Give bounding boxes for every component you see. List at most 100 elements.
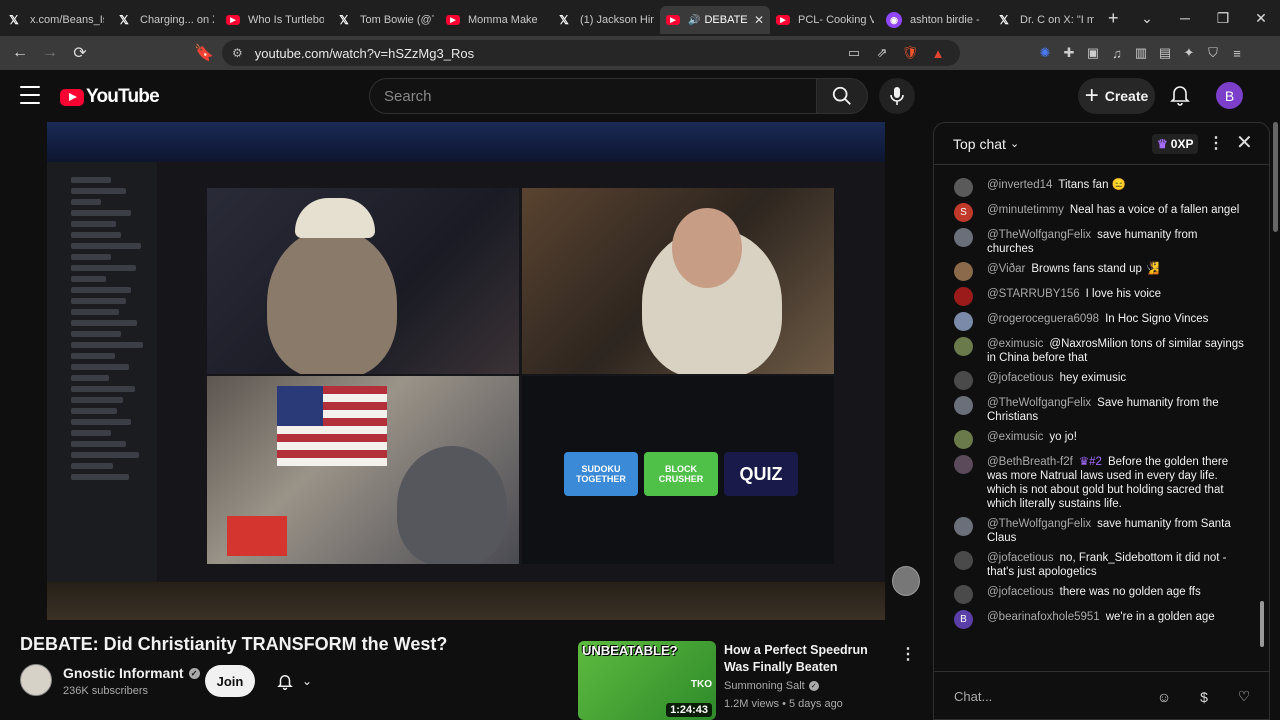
brave-rewards-icon[interactable]: ▲	[929, 44, 947, 62]
chat-author-avatar[interactable]: B	[954, 610, 973, 629]
chat-message[interactable]: @Viðar Browns fans stand up 🧏	[934, 259, 1264, 284]
forward-arrow-icon[interactable]: →	[38, 41, 62, 65]
chat-message[interactable]: @jofacetious there was no golden age ffs	[934, 582, 1264, 607]
back-arrow-icon[interactable]: ←	[8, 41, 32, 65]
channel-avatar[interactable]	[20, 664, 52, 696]
chat-author-avatar[interactable]: S	[954, 203, 973, 222]
audio-playing-icon[interactable]: 🔊	[688, 15, 700, 26]
chat-author-name[interactable]: @rogeroceguera6098	[987, 313, 1099, 325]
chat-author-avatar[interactable]	[954, 455, 973, 474]
vpn-icon[interactable]: ✺	[1036, 44, 1054, 62]
chat-author-name[interactable]: @TheWolfgangFelix	[987, 229, 1091, 241]
chat-input[interactable]: Chat...	[954, 689, 1134, 704]
chevron-down-icon[interactable]: ⌄	[1128, 0, 1166, 36]
close-icon[interactable]: ✕	[1236, 130, 1253, 155]
recommended-video-thumbnail[interactable]: UNBEATABLE? TKO 1:24:43	[578, 641, 716, 720]
wallet-icon[interactable]: ▤	[1156, 44, 1174, 62]
chat-author-avatar[interactable]	[954, 396, 973, 415]
chat-message[interactable]: @eximusic @NaxrosMilion tons of similar s…	[934, 334, 1264, 368]
heart-icon[interactable]: ♡	[1234, 687, 1254, 707]
browser-tab[interactable]: 𝕏 Charging... on X	[110, 6, 220, 34]
leo-ai-icon[interactable]: ✦	[1180, 44, 1198, 62]
new-tab-icon[interactable]: +	[1108, 8, 1119, 29]
chat-author-name[interactable]: @Viðar	[987, 263, 1025, 275]
account-avatar[interactable]: B	[1216, 82, 1243, 109]
browser-tab[interactable]: 𝕏 (1) Jackson Hin	[550, 6, 660, 34]
chat-author-avatar[interactable]	[954, 287, 973, 306]
cast-icon[interactable]: ▭	[845, 44, 863, 62]
chat-author-avatar[interactable]	[954, 517, 973, 536]
browser-tab[interactable]: ▶ Momma Make	[440, 6, 550, 34]
recommended-video-channel[interactable]: Summoning Salt ✓	[724, 680, 819, 692]
hamburger-menu-icon[interactable]	[20, 86, 40, 104]
chat-message[interactable]: @rogeroceguera6098 In Hoc Signo Vinces	[934, 309, 1264, 334]
recommended-video-title[interactable]: How a Perfect Speedrun Was Finally Beate…	[724, 642, 894, 676]
chat-author-name[interactable]: @BethBreath-f2f	[987, 456, 1073, 468]
browser-tab[interactable]: ◉ ashton birdie -	[880, 6, 990, 34]
media-icon[interactable]: ♫	[1108, 44, 1126, 62]
brave-shield-icon[interactable]: 🛡	[901, 44, 919, 62]
youtube-logo[interactable]: YouTube	[60, 86, 160, 108]
chat-author-avatar[interactable]	[954, 312, 973, 331]
chat-author-name[interactable]: @eximusic	[987, 431, 1043, 443]
bookmark-icon[interactable]: 🔖	[192, 41, 216, 65]
emoji-icon[interactable]: ☺	[1154, 687, 1174, 707]
chat-author-avatar[interactable]	[954, 228, 973, 247]
minimize-icon[interactable]: ─	[1166, 0, 1204, 36]
chat-author-avatar[interactable]	[954, 371, 973, 390]
chat-author-name[interactable]: @jofacetious	[987, 552, 1054, 564]
extensions-icon[interactable]: ✚	[1060, 44, 1078, 62]
chat-author-name[interactable]: @inverted14	[987, 179, 1052, 191]
chat-scrollbar[interactable]	[1260, 171, 1266, 663]
share-icon[interactable]: ⇗	[873, 44, 891, 62]
join-button[interactable]: Join	[205, 665, 255, 697]
browser-menu-icon[interactable]: ≡	[1228, 44, 1246, 62]
maximize-icon[interactable]: ❐	[1204, 0, 1242, 36]
chat-message[interactable]: @jofacetious no, Frank_Sidebottom it did …	[934, 548, 1264, 582]
chevron-down-icon[interactable]: ⌄	[1010, 137, 1019, 150]
chat-message[interactable]: @TheWolfgangFelix save humanity from Sant…	[934, 514, 1264, 548]
screenshot-icon[interactable]: ▣	[1084, 44, 1102, 62]
chat-message[interactable]: B @bearinafoxhole5951 we're in a golden ag…	[934, 607, 1264, 632]
chat-author-name[interactable]: @TheWolfgangFelix	[987, 397, 1091, 409]
voice-search-button[interactable]	[879, 78, 915, 114]
chat-author-name[interactable]: @STARRUBY156	[987, 288, 1080, 300]
browser-tab[interactable]: 𝕏 Dr. C on X: "I m	[990, 6, 1100, 34]
super-chat-icon[interactable]: $	[1194, 687, 1214, 707]
vpn-shield-icon[interactable]: ⛉	[1204, 44, 1222, 62]
chat-mode-selector[interactable]: Top chat	[953, 136, 1006, 152]
browser-tab[interactable]: 𝕏x.com/Beans_Is	[0, 6, 110, 34]
chat-message[interactable]: @inverted14 Titans fan 😑	[934, 175, 1264, 200]
chat-author-name[interactable]: @minutetimmy	[987, 204, 1064, 216]
chat-author-avatar[interactable]	[954, 262, 973, 281]
browser-tab[interactable]: ▶ PCL- Cooking V	[770, 6, 880, 34]
create-button[interactable]: + Create	[1078, 78, 1155, 114]
chat-author-name[interactable]: @bearinafoxhole5951	[987, 611, 1100, 623]
chat-author-avatar[interactable]	[954, 337, 973, 356]
subscription-bell-button[interactable]: ⌄	[263, 665, 325, 697]
chat-author-avatar[interactable]	[954, 178, 973, 197]
chat-message[interactable]: @TheWolfgangFelix save humanity from chur…	[934, 225, 1264, 259]
video-player[interactable]: SUDOKU TOGETHER BLOCK CRUSHER QUIZ	[47, 122, 885, 620]
site-settings-icon[interactable]: ⚙	[232, 46, 243, 60]
browser-tab[interactable]: ▶ Who Is Turtlebo	[220, 6, 330, 34]
chat-author-avatar[interactable]	[954, 585, 973, 604]
chat-author-avatar[interactable]	[954, 430, 973, 449]
chat-message[interactable]: @jofacetious hey eximusic	[934, 368, 1264, 393]
chat-author-name[interactable]: @TheWolfgangFelix	[987, 518, 1091, 530]
search-input[interactable]: Search	[369, 78, 817, 114]
close-tab-icon[interactable]: ✕	[754, 13, 764, 27]
page-scrollbar[interactable]	[1271, 122, 1280, 720]
chat-author-avatar[interactable]	[954, 551, 973, 570]
browser-tab[interactable]: ▶ 🔊 DEBATE ✕	[660, 6, 770, 34]
chat-author-name[interactable]: @eximusic	[987, 338, 1043, 350]
chat-message[interactable]: S @minutetimmy Neal has a voice of a falle…	[934, 200, 1264, 225]
chat-message[interactable]: @STARRUBY156 I love his voice	[934, 284, 1264, 309]
chat-message[interactable]: @eximusic yo jo!	[934, 427, 1264, 452]
chat-message[interactable]: @BethBreath-f2f ♛#2 Before the golden ther…	[934, 452, 1264, 514]
xp-badge[interactable]: ♛ 0XP	[1152, 134, 1199, 154]
more-options-icon[interactable]: ⋮	[900, 644, 916, 664]
chat-message[interactable]: @TheWolfgangFelix Save humanity from the …	[934, 393, 1264, 427]
sidebar-icon[interactable]: ▥	[1132, 44, 1150, 62]
notifications-bell-icon[interactable]	[1168, 82, 1194, 108]
